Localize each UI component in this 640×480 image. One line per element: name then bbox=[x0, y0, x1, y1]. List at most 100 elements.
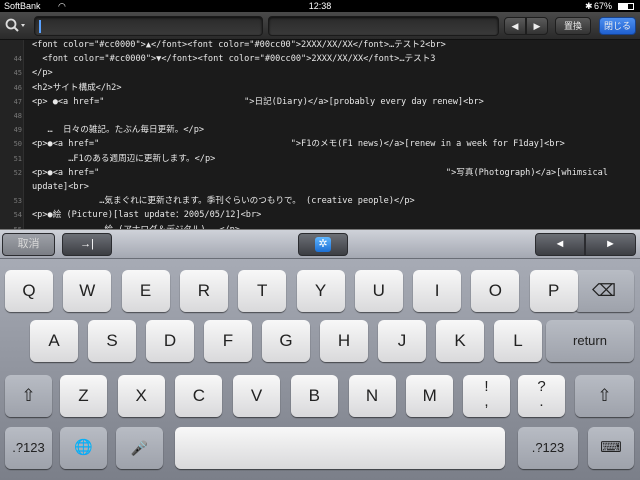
replace-button[interactable]: 置換 bbox=[555, 17, 591, 35]
return-key[interactable]: return bbox=[546, 320, 634, 362]
line-number: 44 bbox=[13, 55, 22, 64]
code-text: update]<br> bbox=[32, 182, 89, 192]
code-line: <font color="#cc0000">▲</font><font colo… bbox=[0, 40, 640, 52]
key-h[interactable]: H bbox=[320, 320, 368, 362]
key-q[interactable]: Q bbox=[5, 270, 53, 312]
undo-button[interactable]: 取消 bbox=[2, 233, 55, 256]
code-line: 45 </p> bbox=[0, 66, 640, 80]
key-p[interactable]: P bbox=[529, 270, 578, 312]
key-w[interactable]: W bbox=[63, 270, 112, 312]
bluetooth-icon: ✱ bbox=[585, 1, 593, 11]
snippet-button[interactable]: ✲ bbox=[298, 233, 348, 256]
code-line: 49 … 日々の雑記。たぶん毎日更新。</p> bbox=[0, 123, 640, 137]
backspace-icon: ⌫ bbox=[591, 281, 617, 300]
close-button[interactable]: 閉じる bbox=[599, 17, 636, 35]
question-period-key[interactable]: ?. bbox=[518, 375, 565, 417]
keyboard-accessory-bar: 取消 →| ✲ ◄ ► bbox=[0, 229, 640, 259]
tab-button[interactable]: →| bbox=[62, 233, 112, 256]
key-o[interactable]: O bbox=[471, 270, 520, 312]
globe-icon: 🌐 bbox=[74, 439, 93, 456]
globe-key[interactable]: 🌐 bbox=[60, 427, 107, 469]
code-line: 47 <p> ●<a href=" ">日記(Diary)</a>[probabl… bbox=[0, 95, 640, 109]
code-text: <font color="#cc0000">▲</font><font colo… bbox=[32, 40, 446, 50]
code-text: …気まぐれに更新されます。季刊ぐらいのつもりで。 (creative peopl… bbox=[32, 196, 415, 207]
key-k[interactable]: K bbox=[436, 320, 484, 362]
find-input[interactable] bbox=[34, 16, 263, 36]
code-text: <p>●<a href=" ">写真(Photograph)</a>[whims… bbox=[32, 167, 608, 178]
space-bar[interactable] bbox=[175, 427, 505, 469]
line-number: 53 bbox=[13, 197, 22, 206]
battery-fill bbox=[619, 4, 629, 9]
dictation-key[interactable]: 🎤 bbox=[116, 427, 163, 469]
find-next-button[interactable]: ▶ bbox=[526, 17, 548, 35]
dismiss-keyboard-key[interactable]: ⌨ bbox=[588, 427, 634, 469]
code-text: <font color="#cc0000">▼</font><font colo… bbox=[32, 54, 436, 65]
battery-percent: 67% bbox=[594, 1, 613, 11]
code-line: 46 <h2>サイト構成</h2> bbox=[0, 81, 640, 95]
key-t[interactable]: T bbox=[238, 270, 287, 312]
key-g[interactable]: G bbox=[262, 320, 310, 362]
exclamation-glyph: ! bbox=[484, 378, 489, 395]
question-glyph: ? bbox=[537, 378, 546, 395]
key-m[interactable]: M bbox=[406, 375, 454, 417]
period-glyph: . bbox=[539, 393, 544, 410]
key-s[interactable]: S bbox=[88, 320, 136, 362]
line-number: 51 bbox=[13, 154, 22, 163]
shift-key-right[interactable]: ⇧ bbox=[575, 375, 634, 417]
code-text: <p>●<a href=" ">F1のメモ(F1 news)</a>[renew… bbox=[32, 139, 565, 150]
backspace-key[interactable]: ⌫ bbox=[574, 270, 634, 312]
code-line: update]<br> bbox=[0, 180, 640, 194]
code-text: … 日々の雑記。たぶん毎日更新。</p> bbox=[32, 125, 205, 136]
key-f[interactable]: F bbox=[204, 320, 252, 362]
exclamation-comma-key[interactable]: !, bbox=[463, 375, 510, 417]
line-number: 45 bbox=[13, 69, 22, 78]
key-y[interactable]: Y bbox=[296, 270, 345, 312]
key-c[interactable]: C bbox=[175, 375, 223, 417]
key-z[interactable]: Z bbox=[60, 375, 107, 417]
numbers-key-right[interactable]: .?123 bbox=[518, 427, 578, 469]
cursor-left-button[interactable]: ◄ bbox=[535, 233, 585, 256]
key-l[interactable]: L bbox=[494, 320, 542, 362]
search-options-icon[interactable] bbox=[4, 17, 30, 35]
shift-icon: ⇧ bbox=[21, 386, 36, 405]
cursor-right-button[interactable]: ► bbox=[585, 233, 636, 256]
replace-input[interactable] bbox=[268, 16, 499, 36]
code-text: </p> bbox=[32, 68, 53, 79]
shift-icon: ⇧ bbox=[597, 386, 612, 405]
status-bar: SoftBank ◠ 12:38 ✱ 67% bbox=[0, 0, 640, 12]
key-a[interactable]: A bbox=[30, 320, 78, 362]
key-v[interactable]: V bbox=[233, 375, 281, 417]
code-line: 48 bbox=[0, 109, 640, 123]
key-u[interactable]: U bbox=[354, 270, 403, 312]
line-number: 46 bbox=[13, 83, 22, 92]
code-editor[interactable]: <font color="#cc0000">▲</font><font colo… bbox=[0, 40, 640, 229]
microphone-icon: 🎤 bbox=[130, 440, 149, 456]
key-b[interactable]: B bbox=[290, 375, 338, 417]
code-line: 54 <p>●絵 (Picture)[last update：2005/05/12… bbox=[0, 208, 640, 222]
snippet-icon: ✲ bbox=[315, 237, 331, 252]
comma-glyph: , bbox=[484, 393, 489, 410]
line-number: 54 bbox=[13, 211, 22, 220]
find-previous-button[interactable]: ◀ bbox=[504, 17, 526, 35]
key-e[interactable]: E bbox=[121, 270, 170, 312]
find-replace-bar: ◀ ▶ 置換 閉じる bbox=[0, 12, 640, 40]
magnifier-icon bbox=[5, 18, 25, 32]
clock: 12:38 bbox=[308, 1, 332, 11]
code-text: <p>●絵 (Picture)[last update：2005/05/12]<… bbox=[32, 210, 262, 221]
key-x[interactable]: X bbox=[117, 375, 165, 417]
key-d[interactable]: D bbox=[146, 320, 194, 362]
software-keyboard: ⌫ return ⇧ !, ?. ⇧ .?123 🌐 🎤 .?123 ⌨ QWE… bbox=[0, 259, 640, 480]
shift-key-left[interactable]: ⇧ bbox=[5, 375, 52, 417]
code-text: …F1のある週周辺に更新します。</p> bbox=[32, 153, 216, 164]
code-text: <h2>サイト構成</h2> bbox=[32, 82, 122, 93]
code-line: 52 <p>●<a href=" ">写真(Photograph)</a>[whi… bbox=[0, 166, 640, 180]
key-i[interactable]: I bbox=[413, 270, 462, 312]
key-n[interactable]: N bbox=[348, 375, 396, 417]
key-r[interactable]: R bbox=[179, 270, 228, 312]
key-j[interactable]: J bbox=[378, 320, 426, 362]
code-line: 44 <font color="#cc0000">▼</font><font c… bbox=[0, 52, 640, 66]
code-line: 51 …F1のある週周辺に更新します。</p> bbox=[0, 152, 640, 166]
numbers-key-left[interactable]: .?123 bbox=[5, 427, 52, 469]
line-number: 48 bbox=[13, 112, 22, 120]
line-number: 49 bbox=[13, 126, 22, 135]
